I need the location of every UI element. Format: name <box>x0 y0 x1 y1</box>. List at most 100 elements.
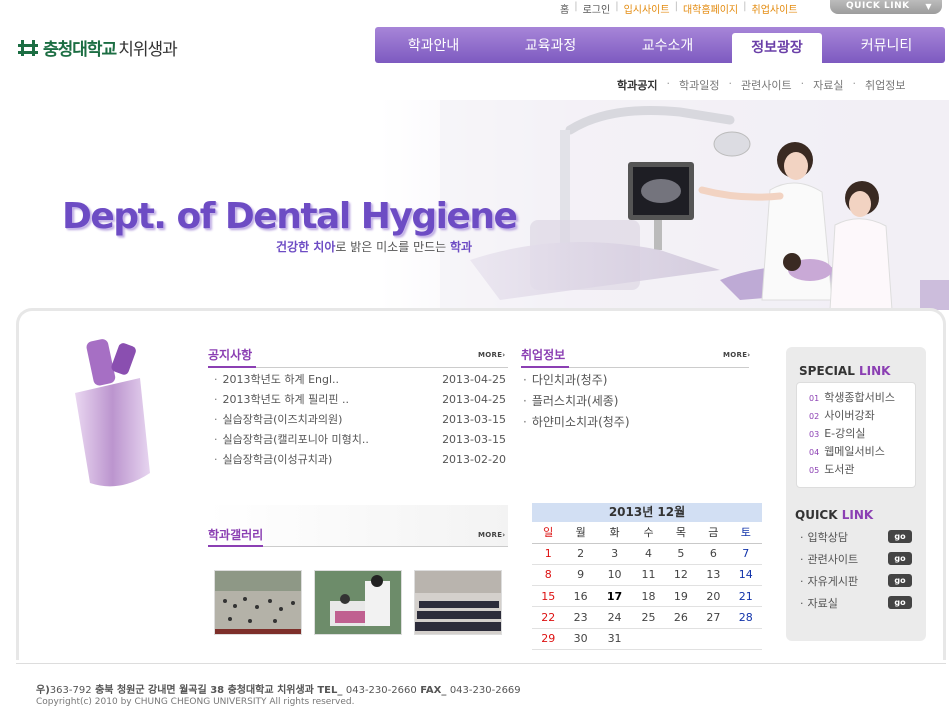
calendar-day[interactable]: 11 <box>632 564 665 587</box>
calendar-day[interactable]: 30 <box>564 628 597 650</box>
employment-site-link[interactable]: 취업사이트 <box>752 1 798 16</box>
special-link-item[interactable]: 03 E-강의실 <box>809 425 915 443</box>
notice-date: 2013-04-25 <box>442 393 506 406</box>
admission-site-link[interactable]: 입시사이트 <box>624 1 670 16</box>
subnav-jobs[interactable]: 취업정보 <box>865 77 905 93</box>
right-panel: SPECIAL LINK 01 학생종합서비스 02 사이버강좌 03 E-강의실 0… <box>786 347 926 641</box>
nav-item-curriculum[interactable]: 교육과정 <box>492 27 609 63</box>
list-item[interactable]: 실습장학금(캘리포니아 미형치.. 2013-03-15 <box>214 431 507 451</box>
quick-link-label: 입학상담 <box>800 530 848 552</box>
gallery-section-title[interactable]: 학과갤러리 <box>208 526 263 543</box>
special-link-item[interactable]: 04 웹메일서비스 <box>809 443 915 461</box>
gallery-more-label: MORE <box>478 531 503 539</box>
calendar-day[interactable]: 3 <box>596 543 633 565</box>
list-item[interactable]: 실습장학금(이즈치과의원) 2013-03-15 <box>214 411 507 431</box>
calendar-day[interactable]: 6 <box>697 543 730 565</box>
calendar-day[interactable]: 31 <box>596 628 633 650</box>
calendar-day[interactable]: 1 <box>532 543 565 565</box>
nav-item-community[interactable]: 커뮤니티 <box>828 27 945 63</box>
calendar-day[interactable]: 9 <box>564 564 597 587</box>
quick-link-item[interactable]: 자유게시판 go <box>800 574 912 596</box>
list-item[interactable]: 다인치과(청주) <box>523 371 630 392</box>
list-item[interactable]: 실습장학금(이성규치과) 2013-02-20 <box>214 451 507 471</box>
quick-link-item[interactable]: 입학상담 go <box>800 530 912 552</box>
calendar-day[interactable]: 18 <box>632 585 665 608</box>
calendar-day[interactable]: 29 <box>532 628 565 650</box>
calendar-day[interactable]: 5 <box>664 543 698 565</box>
quick-link-item[interactable]: 자료실 go <box>800 596 912 618</box>
fax-label: FAX_ <box>420 685 447 696</box>
calendar-day[interactable]: 27 <box>697 606 730 629</box>
university-homepage-link[interactable]: 대학홈페이지 <box>683 1 738 16</box>
jobs-section-title[interactable]: 취업정보 <box>521 346 565 363</box>
calendar-day[interactable]: 15 <box>532 585 565 608</box>
calendar-day[interactable]: 10 <box>596 564 633 587</box>
list-item[interactable]: 플러스치과(세종) <box>523 392 630 413</box>
jobs-more-link[interactable]: MORE› <box>723 351 750 359</box>
calendar-day[interactable]: 19 <box>664 585 698 608</box>
calendar-day <box>664 628 698 650</box>
go-button[interactable]: go <box>888 596 912 609</box>
subnav-related-sites[interactable]: 관련사이트 <box>741 77 792 93</box>
quick-link-dropdown[interactable]: QUICK LINK ▼ <box>830 0 942 14</box>
nav-item-faculty[interactable]: 교수소개 <box>609 27 726 63</box>
list-item[interactable]: 하얀미소치과(청주) <box>523 413 630 434</box>
calendar-day <box>697 628 730 650</box>
subnav-schedule[interactable]: 학과일정 <box>679 77 719 93</box>
calendar-day[interactable]: 8 <box>532 564 565 587</box>
notice-date: 2013-03-15 <box>442 413 506 426</box>
calendar-day[interactable]: 16 <box>564 585 597 608</box>
calendar-day[interactable]: 25 <box>632 606 665 629</box>
university-emblem-icon <box>18 39 38 56</box>
calendar-day[interactable]: 23 <box>564 606 597 629</box>
notice-more-link[interactable]: MORE› <box>478 351 505 359</box>
calendar-day[interactable]: 20 <box>697 585 730 608</box>
gallery-more-link[interactable]: MORE› <box>478 531 505 539</box>
footer-divider <box>16 663 946 664</box>
calendar-day[interactable]: 12 <box>664 564 698 587</box>
item-label: 사이버강좌 <box>824 409 875 422</box>
quick-link-item[interactable]: 관련사이트 go <box>800 552 912 574</box>
calendar-day[interactable]: 22 <box>532 606 565 629</box>
home-link[interactable]: 홈 <box>560 1 569 16</box>
special-link-item[interactable]: 01 학생종합서비스 <box>809 389 915 407</box>
calendar-day[interactable]: 26 <box>664 606 698 629</box>
calendar-day[interactable]: 17 <box>596 585 633 608</box>
nav-item-department[interactable]: 학과안내 <box>375 27 492 63</box>
site-logo[interactable]: 충청대학교 치위생과 <box>17 35 178 60</box>
calendar-day[interactable]: 21 <box>729 585 762 608</box>
calendar-day[interactable]: 2 <box>564 543 597 565</box>
calendar-day[interactable]: 7 <box>729 543 762 565</box>
go-button[interactable]: go <box>888 574 912 587</box>
calendar-day[interactable]: 4 <box>632 543 665 565</box>
calendar-month-header: 2013년 12월 <box>532 503 762 522</box>
special-link-item[interactable]: 02 사이버강좌 <box>809 407 915 425</box>
go-button[interactable]: go <box>888 530 912 543</box>
notice-more-label: MORE <box>478 351 503 359</box>
separator: · <box>852 77 856 90</box>
gallery-photo[interactable] <box>314 570 402 635</box>
jobs-list: 다인치과(청주) 플러스치과(세종) 하얀미소치과(청주) <box>523 371 630 434</box>
subnav-archive[interactable]: 자료실 <box>813 77 843 93</box>
go-button[interactable]: go <box>888 552 912 565</box>
calendar-day[interactable]: 13 <box>697 564 730 587</box>
calendar-week: 29 30 31 <box>532 628 762 650</box>
hero-title: Dept. of Dental Hygiene <box>62 196 518 237</box>
weekday-label: 토 <box>729 522 762 544</box>
gallery-photo[interactable] <box>214 570 302 635</box>
nav-item-info-plaza[interactable]: 정보광장 <box>732 33 822 63</box>
list-item[interactable]: 2013학년도 하계 Engl.. 2013-04-25 <box>214 371 507 391</box>
notice-section-title[interactable]: 공지사항 <box>208 346 252 363</box>
calendar-day[interactable]: 14 <box>729 564 762 587</box>
calendar-day[interactable]: 28 <box>729 606 762 629</box>
login-link[interactable]: 로그인 <box>583 1 611 16</box>
special-link-item[interactable]: 05 도서관 <box>809 461 915 479</box>
hero-subtitle-text: 로 밝은 미소를 만드는 <box>335 240 451 254</box>
subnav-notice[interactable]: 학과공지 <box>617 77 657 93</box>
item-label: 웹메일서비스 <box>824 445 885 458</box>
list-item[interactable]: 2013학년도 하계 필리핀 .. 2013-04-25 <box>214 391 507 411</box>
gallery-photo[interactable] <box>414 570 502 635</box>
hero-subtitle-end: 학과 <box>450 240 473 254</box>
calendar-grid: 일 월 화 수 목 금 토 1 2 3 4 5 6 7 8 9 10 11 12 13 14 15 16 17 1… <box>532 522 762 650</box>
calendar-day[interactable]: 24 <box>596 606 633 629</box>
